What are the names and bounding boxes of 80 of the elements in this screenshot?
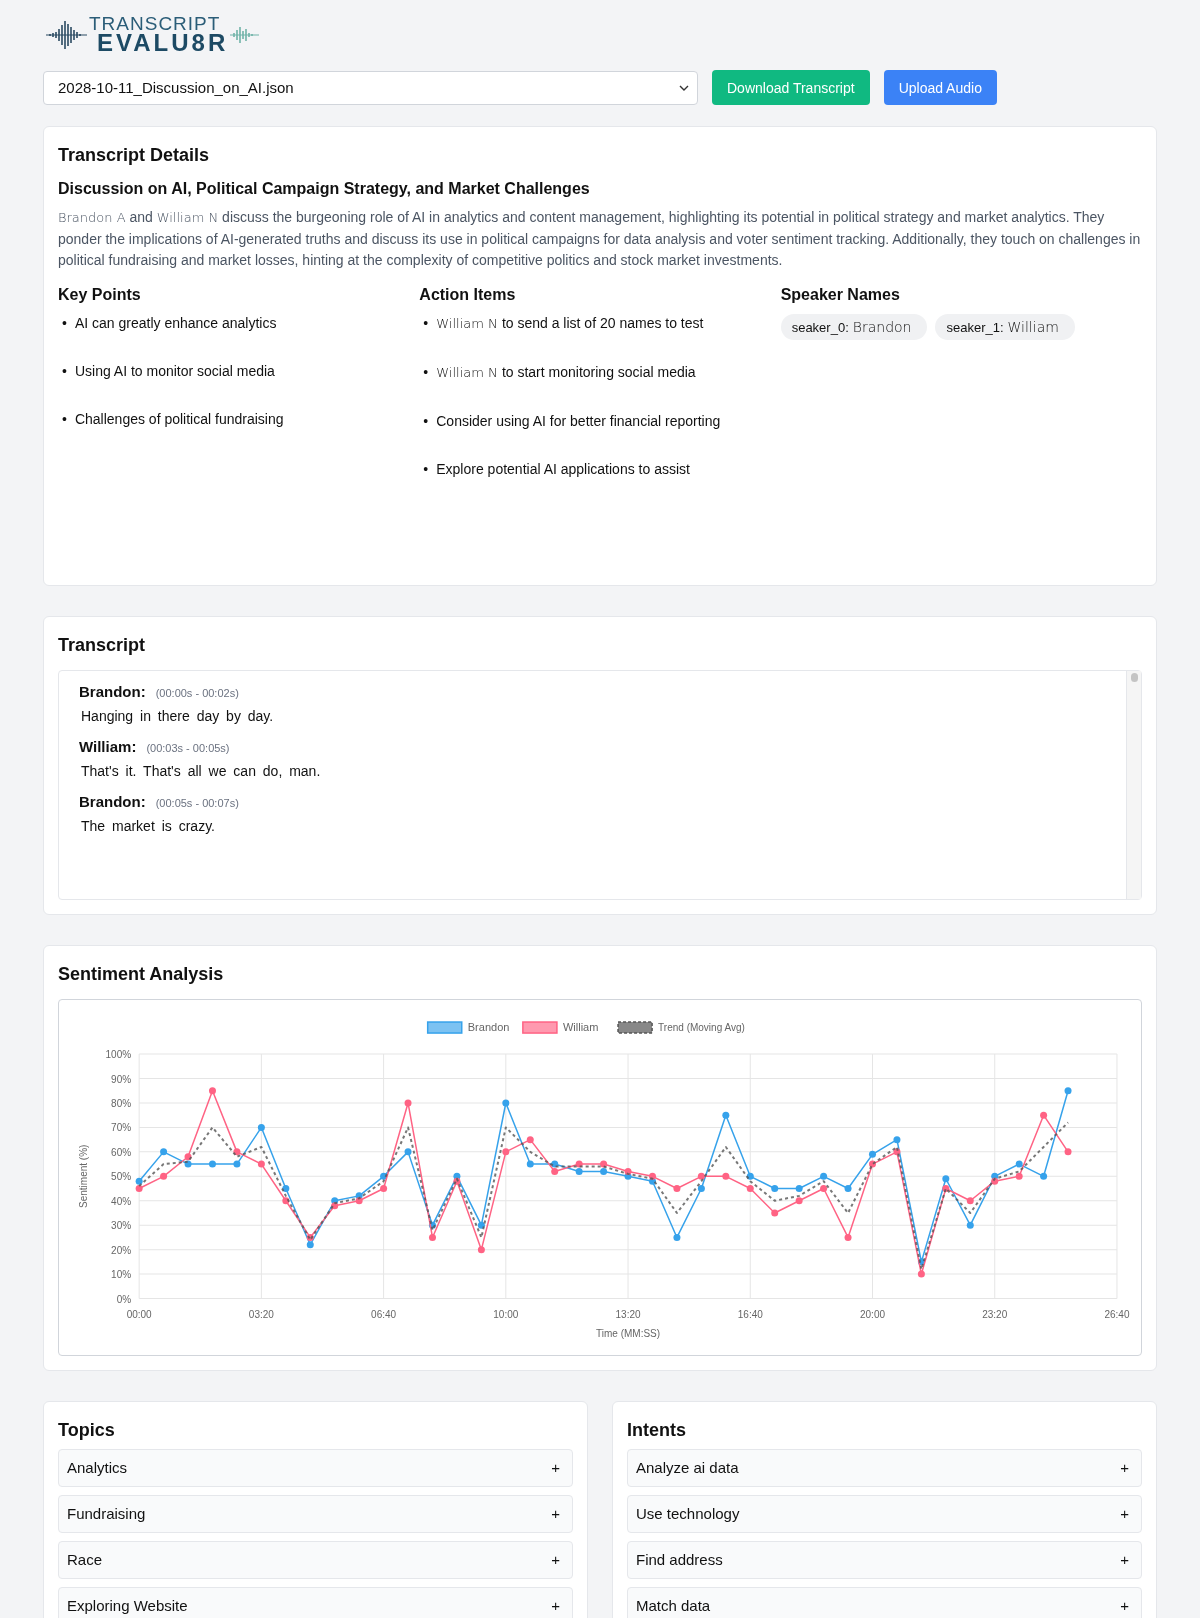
- utterance-text: Hanging in there day by day.: [81, 708, 275, 724]
- section-heading: Sentiment Analysis: [58, 964, 225, 985]
- axis-title: Time (MM:SS): [596, 1327, 661, 1339]
- action-item: William N to start monitoring social media: [436, 362, 696, 382]
- key-point: AI can greatly enhance analytics: [74, 313, 277, 332]
- action-item: Consider using AI for better financial reporting: [436, 411, 721, 430]
- speaker-name: Brandon:: [79, 793, 146, 810]
- section-heading: Transcript: [58, 635, 147, 656]
- section-heading: Topics: [58, 1419, 116, 1441]
- bullet: •: [423, 411, 429, 430]
- accordion-item[interactable]: Analytics +: [58, 1448, 573, 1487]
- section-heading: Transcript Details: [58, 145, 211, 166]
- column-heading: Key Points: [58, 285, 142, 304]
- axis-tick-label: 80%: [111, 1098, 132, 1109]
- axis-tick-label: 20:00: [860, 1308, 885, 1320]
- logo-text: TRANSCRIPT: [89, 14, 222, 33]
- bullet: •: [423, 362, 429, 382]
- axis-tick-label: 23:20: [982, 1308, 1008, 1320]
- axis-tick-label: 00:00: [126, 1308, 152, 1320]
- accordion-item[interactable]: Analyze ai data +: [627, 1448, 1142, 1487]
- accordion-item[interactable]: Match data +: [627, 1586, 1142, 1618]
- bullet: •: [423, 459, 429, 478]
- summary-paragraph: Brandon A and William N discuss the burgeoning role of AI in analytics and content management, highlighting its potential in political strategy and market analytics. They ponder the implications of AI-generated truths and discuss its use in political campaigns for data analysis and voter sentiment tracking. Additionally, they touch on challenges in political fundraising and market losses, hinting at the complexity of competitive politics and stock market investments.: [58, 208, 1142, 270]
- column-heading: Action Items: [419, 285, 517, 304]
- action-item: William N to send a list of 20 names to test: [436, 313, 704, 333]
- axis-tick-label: 90%: [111, 1073, 132, 1085]
- bullet: •: [62, 409, 67, 428]
- expand-toggle[interactable]: +: [1120, 1551, 1129, 1569]
- transcript-title: Discussion on AI, Political Campaign Strategy, and Market Challenges: [58, 180, 591, 198]
- timestamp: (00:00s - 00:02s): [155, 687, 239, 699]
- legend-label: Trend (Moving Avg): [658, 1022, 745, 1034]
- axis-tick-label: 0%: [116, 1293, 132, 1305]
- expand-toggle[interactable]: +: [1120, 1597, 1129, 1615]
- expand-toggle[interactable]: +: [1120, 1459, 1129, 1477]
- axis-tick-label: 50%: [111, 1171, 132, 1183]
- speaker-name: William:: [79, 738, 137, 755]
- column-heading: Speaker Names: [780, 285, 901, 304]
- accordion-item[interactable]: Find address +: [627, 1540, 1142, 1579]
- accordion-item[interactable]: Fundraising +: [58, 1494, 573, 1533]
- axis-tick-label: 03:20: [248, 1308, 274, 1320]
- axis-tick-label: 40%: [111, 1195, 132, 1207]
- speaker-chip: seaker_0: Brandon: [780, 313, 928, 340]
- accordion-item[interactable]: Use technology +: [627, 1494, 1142, 1533]
- axis-tick-label: 70%: [111, 1122, 132, 1134]
- utterance-text: That's it. That's all we can do, man.: [81, 763, 322, 779]
- expand-toggle[interactable]: +: [551, 1597, 560, 1615]
- action-item: Explore potential AI applications to assist: [436, 459, 690, 478]
- axis-tick-label: 10%: [111, 1269, 132, 1281]
- axis-tick-label: 13:20: [615, 1308, 641, 1320]
- expand-toggle[interactable]: +: [551, 1459, 560, 1477]
- key-point: Using AI to monitor social media: [74, 361, 275, 380]
- legend-label: Brandon: [467, 1021, 510, 1034]
- logo-text: EVALU8R: [97, 31, 229, 55]
- axis-tick-label: 10:00: [493, 1308, 519, 1320]
- expand-toggle[interactable]: +: [551, 1551, 560, 1569]
- accordion-item[interactable]: Exploring Website +: [58, 1586, 573, 1618]
- expand-toggle[interactable]: +: [1120, 1505, 1129, 1523]
- axis-tick-label: 20%: [111, 1244, 132, 1256]
- legend-label: William: [562, 1021, 599, 1034]
- axis-tick-label: 100%: [105, 1049, 132, 1061]
- timestamp: (00:03s - 00:05s): [146, 742, 230, 754]
- bullet: •: [423, 313, 429, 333]
- section-heading: Intents: [627, 1419, 687, 1441]
- upload-button[interactable]: Upload Audio: [883, 70, 997, 105]
- speaker-chip: seaker_1: William: [935, 313, 1075, 340]
- speaker-name: Brandon:: [79, 683, 146, 700]
- timestamp: (00:05s - 00:07s): [155, 797, 239, 809]
- bullet: •: [62, 313, 67, 332]
- axis-tick-label: 30%: [111, 1220, 132, 1232]
- axis-tick-label: 06:40: [371, 1308, 397, 1320]
- accordion-item[interactable]: Race +: [58, 1540, 573, 1579]
- key-point: Challenges of political fundraising: [74, 409, 284, 428]
- axis-tick-label: 16:40: [737, 1308, 763, 1320]
- axis-title: Sentiment (%): [78, 1144, 90, 1208]
- bullet: •: [62, 361, 67, 380]
- expand-toggle[interactable]: +: [551, 1505, 560, 1523]
- axis-tick-label: 26:40: [1104, 1308, 1130, 1320]
- utterance-text: The market is crazy.: [81, 818, 216, 834]
- axis-tick-label: 60%: [111, 1146, 132, 1158]
- file-select[interactable]: 2028-10-11_Discussion_on_AI.json: [43, 70, 698, 105]
